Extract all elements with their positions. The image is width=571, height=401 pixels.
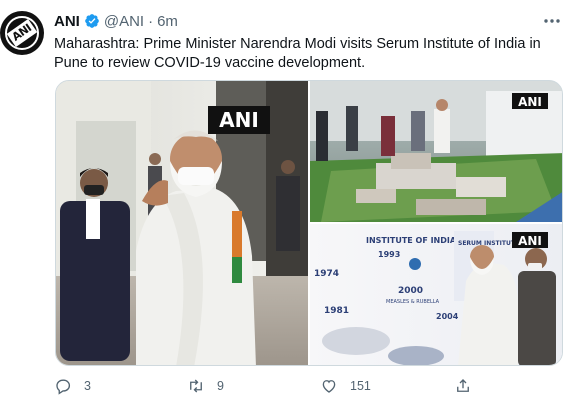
svg-text:1974: 1974 — [314, 269, 339, 279]
retweet-count: 9 — [217, 379, 224, 393]
svg-text:MEASLES & RUBELLA: MEASLES & RUBELLA — [386, 299, 440, 305]
like-count: 151 — [350, 379, 371, 393]
reply-button[interactable]: 3 — [54, 375, 91, 397]
svg-text:2004: 2004 — [436, 312, 459, 321]
author-handle[interactable]: @ANI — [104, 13, 144, 30]
tweet-timestamp[interactable]: 6m — [157, 13, 178, 30]
svg-text:SERUM INSTITUTE: SERUM INSTITUTE — [458, 240, 519, 247]
photo-timeline-board[interactable]: INSTITUTE OF INDIA SERUM INSTITUTE 1974 … — [310, 224, 563, 366]
watermark-ani-3: ANI — [512, 232, 548, 248]
photo-modi-entrance[interactable]: ANI — [56, 81, 308, 366]
svg-text:ANI: ANI — [518, 95, 542, 109]
tweet-header: ANI @ANI · 6m — [54, 12, 178, 30]
separator-dot: · — [148, 12, 154, 30]
tweet-text: Maharashtra: Prime Minister Narendra Mod… — [54, 36, 541, 71]
share-button[interactable] — [454, 375, 484, 397]
svg-text:1981: 1981 — [324, 306, 349, 316]
tweet[interactable]: ANI ANI @ANI · 6m Maharashtra: Prime Min… — [0, 0, 571, 401]
media-grid[interactable]: ANI ANI INSTITUTE OF INDIA SERUM INSTITU… — [55, 80, 563, 366]
watermark-ani-2: ANI — [512, 93, 548, 109]
media-svg: ANI ANI INSTITUTE OF INDIA SERUM INSTITU… — [56, 81, 563, 366]
reply-count: 3 — [84, 379, 91, 393]
svg-text:ANI: ANI — [219, 108, 259, 132]
svg-text:INSTITUTE OF INDIA: INSTITUTE OF INDIA — [366, 236, 457, 245]
retweet-icon — [190, 379, 202, 393]
author-name[interactable]: ANI — [54, 13, 80, 30]
photo-campus-model[interactable]: ANI — [310, 81, 563, 222]
svg-text:2000: 2000 — [398, 286, 423, 296]
like-button[interactable]: 151 — [320, 375, 371, 397]
verified-badge-icon — [84, 13, 100, 29]
watermark-ani-1: ANI — [208, 106, 270, 134]
svg-text:1993: 1993 — [378, 250, 400, 259]
share-icon — [457, 379, 469, 392]
avatar[interactable]: ANI — [0, 11, 44, 55]
svg-text:ANI: ANI — [518, 234, 542, 248]
like-icon — [322, 380, 336, 393]
reply-icon — [56, 379, 71, 395]
retweet-button[interactable]: 9 — [187, 375, 224, 397]
more-icon[interactable] — [543, 14, 561, 26]
tweet-actions: 3 9 151 — [54, 375, 564, 397]
